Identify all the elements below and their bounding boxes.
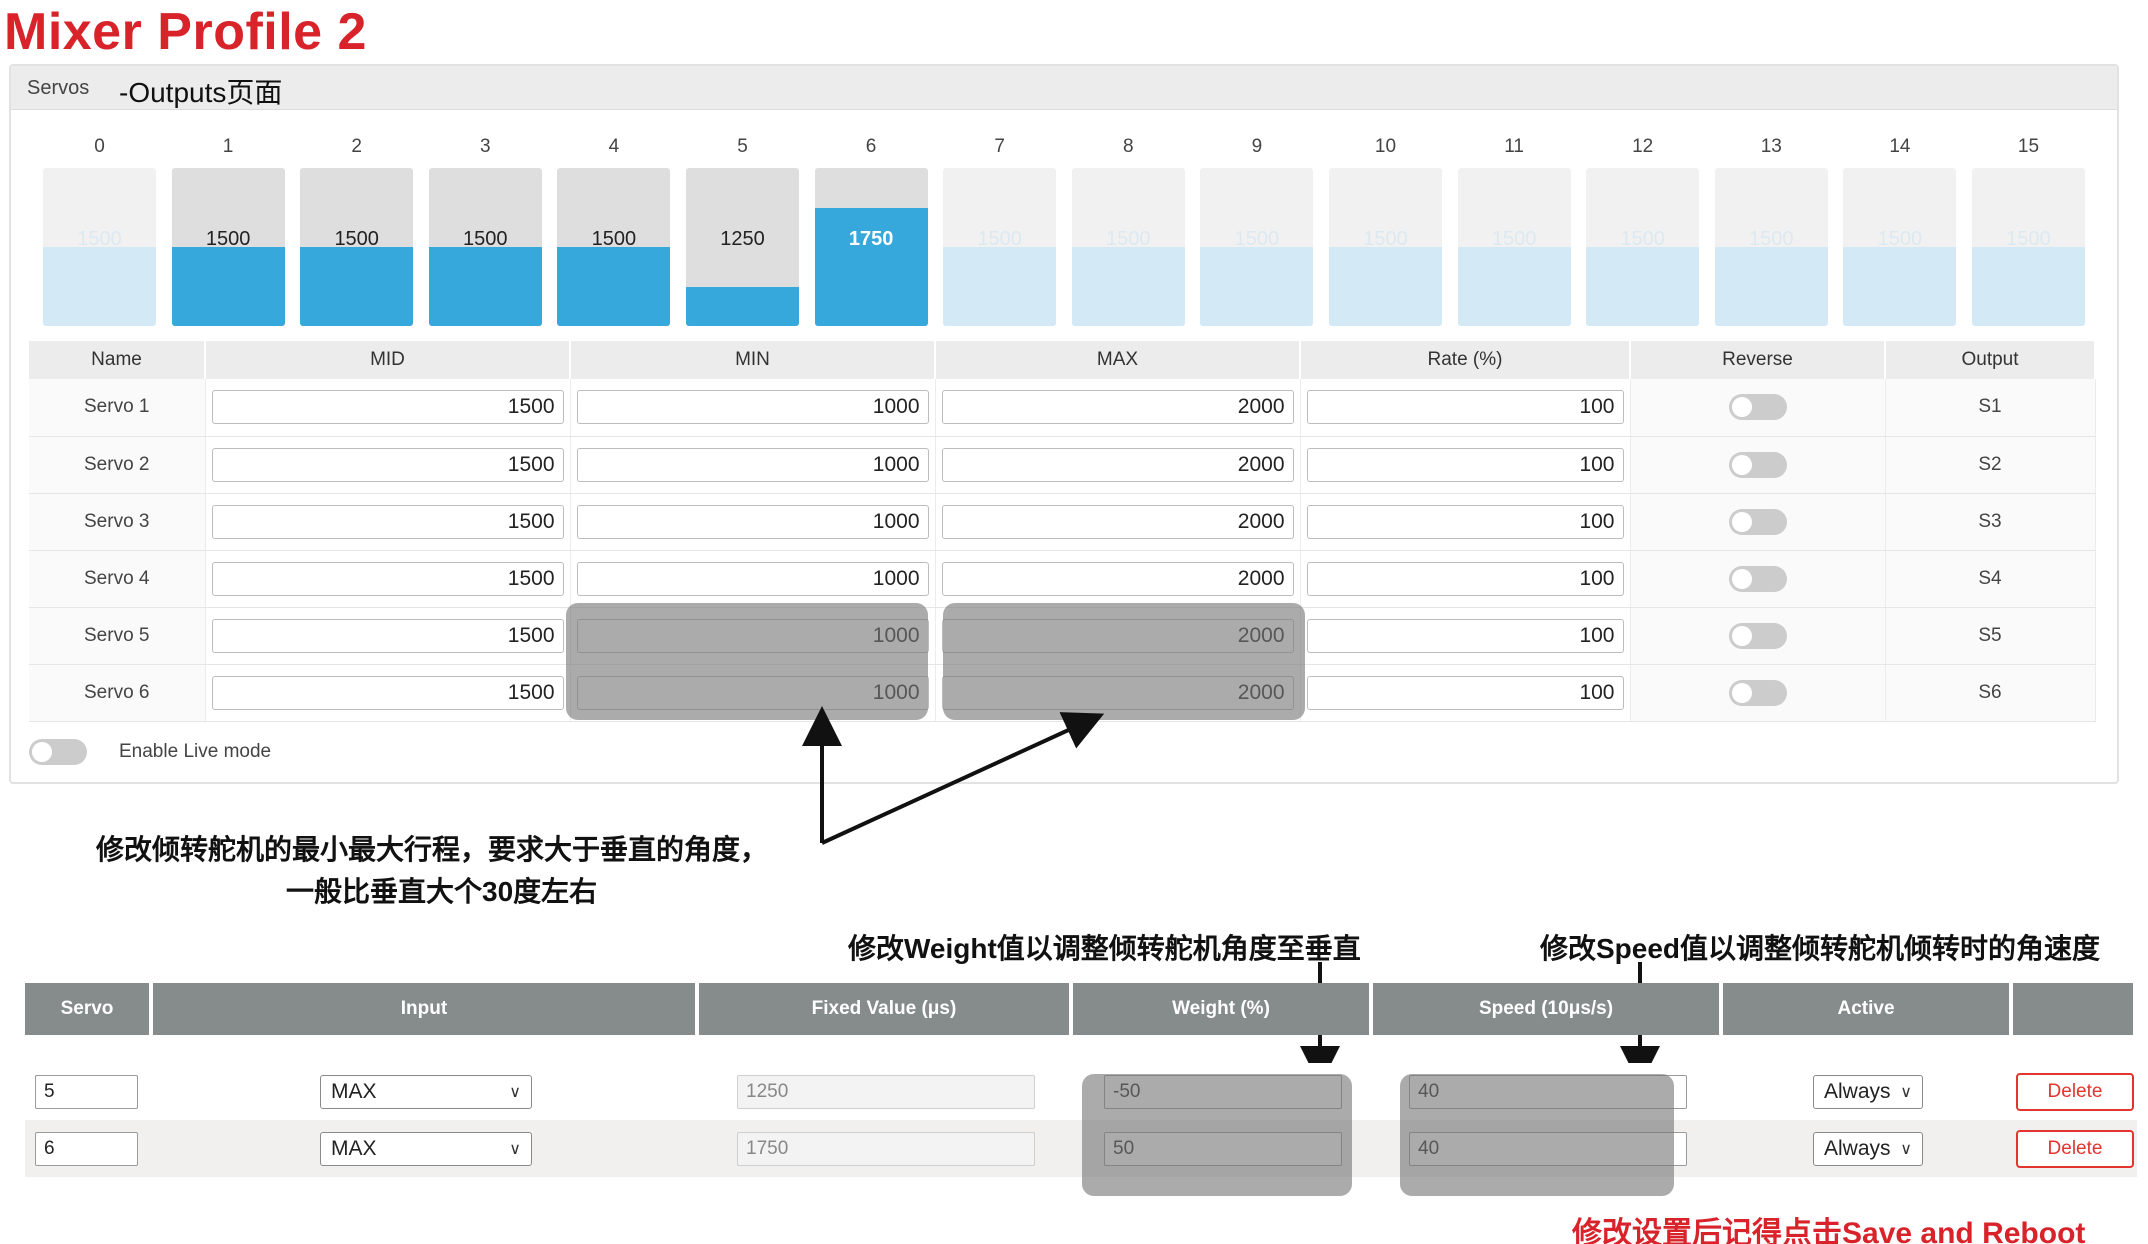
save-reboot-annotation: 修改设置后记得点击Save and Reboot xyxy=(1572,1217,2086,1244)
active-select-value: Always xyxy=(1824,1136,1891,1160)
servo-index-input[interactable] xyxy=(35,1131,138,1166)
minmax-annotation-line2: 一般比垂直大个30度左右 xyxy=(286,876,598,907)
fixed-value-input xyxy=(737,1131,1035,1166)
input-select[interactable]: MAX ∨ xyxy=(320,1131,532,1166)
table-row: MAX ∨ Always ∨ Delete xyxy=(25,1120,2137,1177)
mixer-col-speed: Speed (10μs/s) xyxy=(1373,983,1723,1035)
speed-highlight xyxy=(1400,1074,1674,1196)
mixer-col-actions xyxy=(2013,983,2137,1035)
chevron-down-icon: ∨ xyxy=(1900,1140,1912,1158)
input-select-value: MAX xyxy=(331,1136,377,1160)
chevron-down-icon: ∨ xyxy=(509,1083,521,1101)
mixer-col-fixed: Fixed Value (μs) xyxy=(699,983,1073,1035)
weight-annotation: 修改Weight值以调整倾转舵机角度至垂直 xyxy=(848,933,1361,964)
mixer-col-active: Active xyxy=(1723,983,2013,1035)
input-select-value: MAX xyxy=(331,1079,377,1103)
servo-mixer-table: Servo Input Fixed Value (μs) Weight (%) … xyxy=(25,983,2137,1177)
servo-index-input[interactable] xyxy=(35,1074,138,1109)
active-select-value: Always xyxy=(1824,1079,1891,1103)
speed-annotation: 修改Speed值以调整倾转舵机倾转时的角速度 xyxy=(1540,933,2101,964)
chevron-down-icon: ∨ xyxy=(509,1140,521,1158)
mixer-col-weight: Weight (%) xyxy=(1073,983,1373,1035)
chevron-down-icon: ∨ xyxy=(1900,1083,1912,1101)
mixer-col-input: Input xyxy=(153,983,699,1035)
active-select[interactable]: Always ∨ xyxy=(1813,1131,1923,1166)
active-select[interactable]: Always ∨ xyxy=(1813,1074,1923,1109)
mixer-col-servo: Servo xyxy=(25,983,153,1035)
table-row: MAX ∨ Always ∨ Delete xyxy=(25,1063,2137,1120)
arrow-to-max xyxy=(821,712,1105,845)
input-select[interactable]: MAX ∨ xyxy=(320,1074,532,1109)
minmax-annotation-line1: 修改倾转舵机的最小最大行程，要求大于垂直的角度， xyxy=(96,834,769,865)
weight-highlight xyxy=(1082,1074,1352,1196)
delete-button[interactable]: Delete xyxy=(2016,1129,2134,1168)
delete-button[interactable]: Delete xyxy=(2016,1072,2134,1111)
fixed-value-input xyxy=(737,1074,1035,1109)
